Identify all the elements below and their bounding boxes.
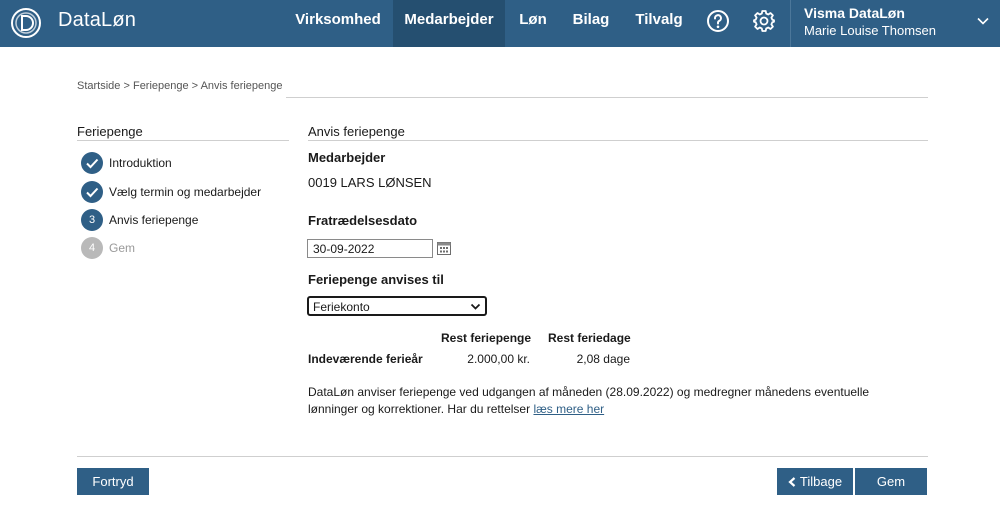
footer-divider: [77, 456, 928, 457]
step-label: Vælg termin og medarbejder: [109, 185, 262, 199]
chevron-left-icon: [788, 477, 796, 487]
back-button-label: Tilbage: [799, 474, 843, 489]
employee-value: 0019 LARS LØNSEN: [308, 175, 432, 190]
payout-selected-value: Feriekonto: [313, 300, 370, 314]
termination-date-input[interactable]: [307, 239, 433, 258]
payout-label: Feriepenge anvises til: [308, 272, 444, 287]
table-header-rest-feriepenge: Rest feriepenge: [441, 331, 532, 345]
save-button[interactable]: Gem: [855, 468, 927, 495]
datalon-logo-icon[interactable]: [10, 7, 42, 39]
checkmark-icon: [86, 187, 99, 198]
content-divider: [308, 140, 928, 141]
nav-medarbejder[interactable]: Medarbejder: [393, 0, 505, 47]
info-text: DataLøn anviser feriepenge ved udgangen …: [308, 384, 908, 418]
step-number-circle: 4: [81, 237, 103, 259]
brand-name[interactable]: DataLøn: [58, 9, 136, 32]
table-row-label: Indeværende ferieår: [308, 352, 423, 366]
chevron-down-icon: [470, 303, 481, 310]
content-title: Anvis feriepenge: [308, 124, 405, 139]
step-done-circle: [81, 181, 103, 203]
date-label: Fratrædelsesdato: [308, 213, 418, 228]
user-company: Visma DataLøn: [804, 5, 905, 21]
nav-tilvalg[interactable]: Tilvalg: [625, 0, 693, 47]
read-more-link[interactable]: læs mere her: [533, 402, 604, 416]
breadcrumb-startside[interactable]: Startside: [77, 80, 120, 92]
back-button[interactable]: Tilbage: [777, 468, 853, 495]
employee-label: Medarbejder: [308, 150, 386, 165]
user-name: Marie Louise Thomsen: [804, 23, 936, 38]
step-number-circle: 3: [81, 209, 103, 231]
nav-virksomhed[interactable]: Virksomhed: [287, 0, 389, 47]
nav-lon[interactable]: Løn: [509, 0, 557, 47]
nav-bilag[interactable]: Bilag: [563, 0, 619, 47]
chevron-down-icon: [977, 17, 989, 25]
breadcrumb: Startside > Feriepenge > Anvis feriepeng…: [77, 80, 283, 92]
breadcrumb-separator: >: [120, 80, 133, 92]
table-header-rest-feriedage: Rest feriedage: [548, 331, 631, 345]
breadcrumb-divider: [286, 97, 928, 98]
gear-icon[interactable]: [752, 9, 776, 33]
step-label: Anvis feriepenge: [109, 213, 199, 227]
step-done-circle: [81, 152, 103, 174]
breadcrumb-separator: >: [188, 80, 201, 92]
user-account-menu[interactable]: Visma DataLøn Marie Louise Thomsen: [790, 0, 1000, 47]
step-label: Introduktion: [109, 156, 172, 170]
table-cell-rest-feriepenge: 2.000,00 kr.: [467, 352, 530, 366]
top-navigation-bar: DataLøn Virksomhed Medarbejder Løn Bilag…: [0, 0, 1000, 47]
calendar-icon[interactable]: [436, 240, 452, 256]
help-circle-icon[interactable]: [706, 9, 730, 33]
payout-select[interactable]: Feriekonto: [307, 296, 487, 316]
step-label: Gem: [109, 241, 136, 255]
table-cell-rest-feriedage: 2,08 dage: [576, 352, 630, 366]
steps-divider: [77, 140, 289, 141]
checkmark-icon: [86, 158, 99, 169]
breadcrumb-current: Anvis feriepenge: [200, 80, 283, 92]
steps-title: Feriepenge: [77, 124, 143, 139]
breadcrumb-feriepenge[interactable]: Feriepenge: [133, 80, 189, 92]
cancel-button[interactable]: Fortryd: [77, 468, 149, 495]
